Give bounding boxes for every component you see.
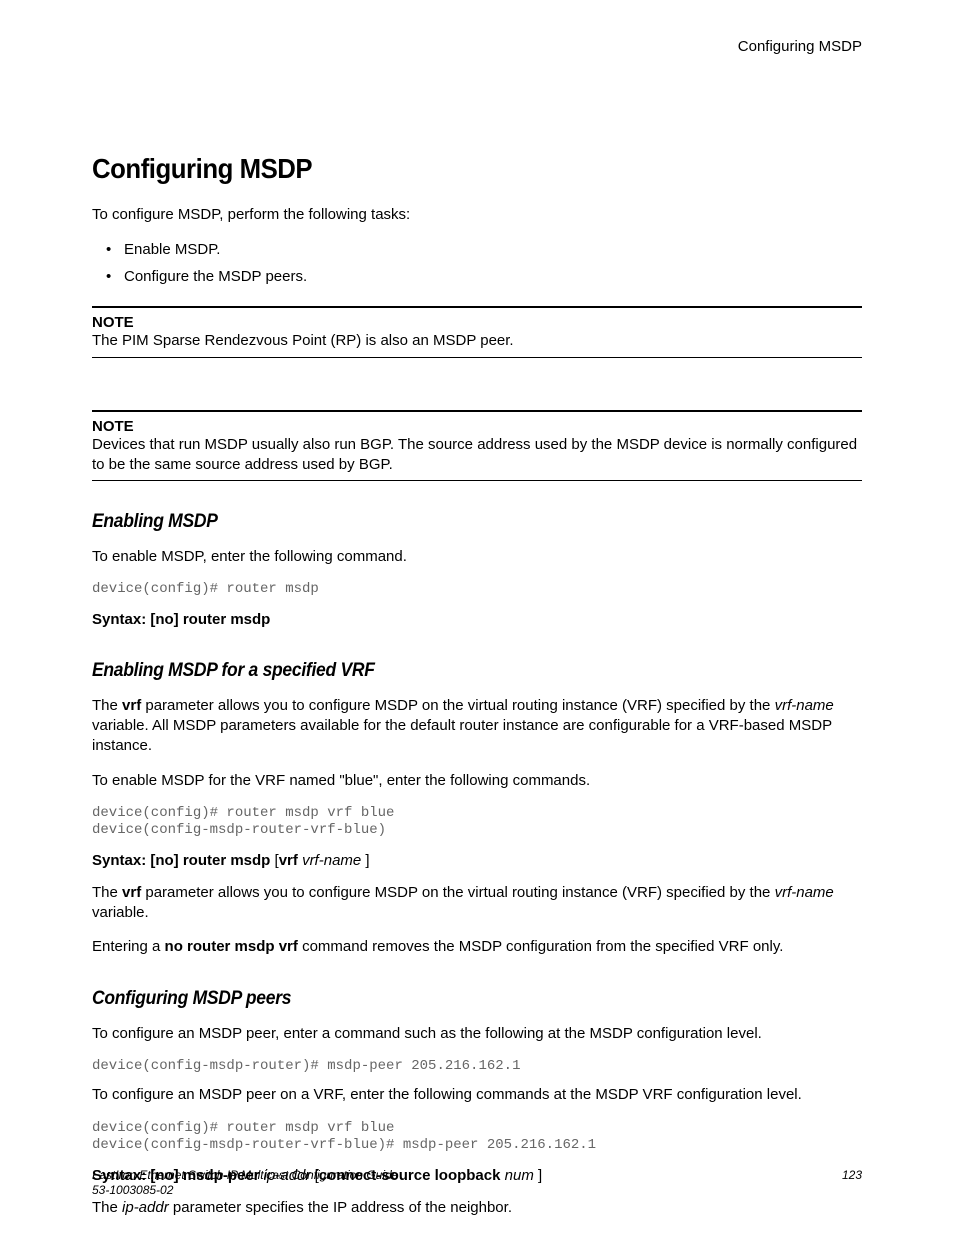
syntax-text: [ [270,852,278,869]
body-text: The vrf parameter allows you to configur… [92,883,862,924]
syntax-text: ] [361,852,369,869]
code-block: device(config-msdp-router)# msdp-peer 20… [92,1058,862,1076]
page-footer: FastIron Ethernet Switch IP Multicast Co… [92,1168,862,1199]
text-run: Entering a [92,938,165,955]
body-text: Entering a no router msdp vrf command re… [92,937,862,957]
syntax-line: Syntax: [no] router msdp [vrf vrf-name ] [92,850,862,871]
page-title: Configuring MSDP [92,153,800,185]
text-run-bold: vrf [122,884,141,901]
text-run: parameter allows you to configure MSDP o… [141,884,774,901]
footer-page-number: 123 [842,1168,862,1182]
body-text: To enable MSDP, enter the following comm… [92,547,862,567]
text-run: The [92,1199,122,1216]
subheading-configuring-msdp-peers: Configuring MSDP peers [92,988,800,1010]
note-text: The PIM Sparse Rendezvous Point (RP) is … [92,331,862,351]
note-block: NOTE The PIM Sparse Rendezvous Point (RP… [92,306,862,357]
syntax-line: Syntax: [no] router msdp [92,609,862,630]
task-list: Enable MSDP. Configure the MSDP peers. [92,239,862,288]
text-run: command removes the MSDP configuration f… [298,938,784,955]
subheading-enabling-msdp: Enabling MSDP [92,511,800,533]
footer-doc-number: 53-1003085-02 [92,1183,173,1197]
body-text: To configure an MSDP peer on a VRF, ente… [92,1085,862,1105]
note-block: NOTE Devices that run MSDP usually also … [92,410,862,482]
body-text: The ip-addr parameter specifies the IP a… [92,1198,862,1218]
text-run: variable. [92,904,149,921]
running-header: Configuring MSDP [92,38,862,55]
syntax-text: vrf [279,852,298,869]
text-run-bold: vrf [122,697,141,714]
code-block: device(config)# router msdp [92,581,862,599]
body-text: To enable MSDP for the VRF named "blue",… [92,771,862,791]
text-run-italic: vrf-name [775,884,834,901]
text-run: variable. All MSDP parameters available … [92,717,832,754]
text-run-italic: vrf-name [775,697,834,714]
text-run: The [92,697,122,714]
code-block: device(config)# router msdp vrf blue dev… [92,1120,862,1155]
text-run: parameter allows you to configure MSDP o… [141,697,774,714]
subheading-enabling-msdp-vrf: Enabling MSDP for a specified VRF [92,660,800,682]
text-run: The [92,884,122,901]
text-run: parameter specifies the IP address of th… [169,1199,512,1216]
syntax-text: Syntax: [no] router msdp [92,611,270,628]
body-text: To configure an MSDP peer, enter a comma… [92,1024,862,1044]
list-item: Enable MSDP. [124,239,862,262]
note-text: Devices that run MSDP usually also run B… [92,435,862,476]
intro-paragraph: To configure MSDP, perform the following… [92,205,862,225]
note-label: NOTE [92,314,862,331]
syntax-text: Syntax: [no] router msdp [92,852,270,869]
syntax-text-italic: vrf-name [302,852,361,869]
note-label: NOTE [92,418,862,435]
code-block: device(config)# router msdp vrf blue dev… [92,805,862,840]
text-run-italic: ip-addr [122,1199,169,1216]
text-run-bold: no router msdp vrf [165,938,298,955]
list-item: Configure the MSDP peers. [124,266,862,289]
body-text: The vrf parameter allows you to configur… [92,696,862,757]
footer-doc-title: FastIron Ethernet Switch IP Multicast Co… [92,1168,398,1182]
